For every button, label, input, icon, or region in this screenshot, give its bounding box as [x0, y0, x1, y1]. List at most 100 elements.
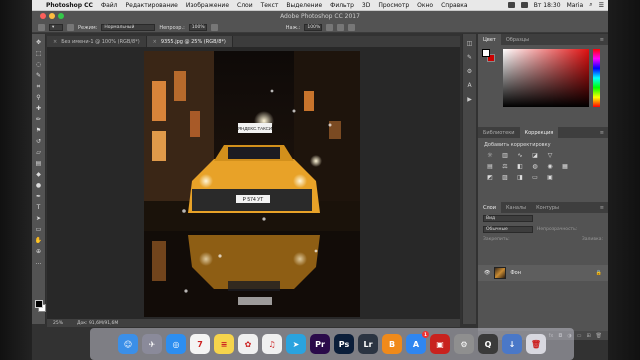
- hue-slider[interactable]: [593, 49, 600, 107]
- curves-icon[interactable]: ∿: [516, 152, 524, 159]
- dock-app-itunes[interactable]: ♫: [262, 334, 282, 354]
- menu-window[interactable]: Окно: [413, 2, 437, 9]
- clone-stamp-tool-icon[interactable]: ⚑: [34, 126, 43, 135]
- dock-app-finder[interactable]: ☺: [118, 334, 138, 354]
- document-image[interactable]: ЯНДЕКС.ТАКСИ Р 574 УТ: [144, 51, 360, 317]
- menu-help[interactable]: Справка: [437, 2, 471, 9]
- dock-app-trash[interactable]: 🗑: [526, 334, 546, 354]
- menu-type[interactable]: Текст: [257, 2, 283, 9]
- more-tools-icon[interactable]: …: [34, 258, 43, 267]
- color-lookup-icon[interactable]: ▦: [561, 163, 569, 170]
- layer-row[interactable]: 👁 Фон 🔒: [478, 265, 608, 281]
- move-tool-icon[interactable]: ✥: [34, 38, 43, 47]
- invert-icon[interactable]: ◩: [486, 174, 494, 181]
- wifi-icon[interactable]: [507, 2, 515, 8]
- dock-app-app-store[interactable]: A1: [406, 331, 429, 354]
- menu-select[interactable]: Выделение: [282, 2, 326, 9]
- black-white-icon[interactable]: ◧: [516, 163, 524, 170]
- tab-swatches[interactable]: Образцы: [501, 34, 534, 45]
- lasso-tool-icon[interactable]: ◌: [34, 60, 43, 69]
- posterize-icon[interactable]: ▨: [501, 174, 509, 181]
- menu-filter[interactable]: Фильтр: [326, 2, 358, 9]
- threshold-icon[interactable]: ◨: [516, 174, 524, 181]
- eye-icon[interactable]: 👁: [484, 270, 490, 276]
- menu-layers[interactable]: Слои: [233, 2, 257, 9]
- pen-tool-icon[interactable]: ✒: [34, 192, 43, 201]
- menu-edit[interactable]: Редактирование: [122, 2, 182, 9]
- brush-tool-icon[interactable]: ✏: [34, 115, 43, 124]
- character-icon[interactable]: A: [466, 82, 474, 90]
- dock-app-notes[interactable]: ≡: [214, 334, 234, 354]
- rectangle-tool-icon[interactable]: ▭: [34, 225, 43, 234]
- gradient-map-icon[interactable]: ▭: [531, 174, 539, 181]
- new-layer-icon[interactable]: ⊞: [586, 333, 590, 339]
- hue-saturation-icon[interactable]: ▤: [486, 163, 494, 170]
- properties-icon[interactable]: ⚙: [466, 68, 474, 76]
- blur-tool-icon[interactable]: ◆: [34, 170, 43, 179]
- dock-app-quicktime[interactable]: Q: [478, 334, 498, 354]
- menu-file[interactable]: Файл: [97, 2, 122, 9]
- color-picker-field[interactable]: [503, 49, 589, 107]
- history-icon[interactable]: ◫: [466, 40, 474, 48]
- opacity-field[interactable]: 100%: [188, 24, 207, 31]
- marquee-tool-icon[interactable]: ⬚: [34, 49, 43, 58]
- vibrance-icon[interactable]: ▽: [546, 152, 554, 159]
- dock-app-telegram[interactable]: ➤: [286, 334, 306, 354]
- dock-app-launchpad[interactable]: ✈: [142, 334, 162, 354]
- menu-user[interactable]: Maria: [567, 2, 584, 9]
- battery-icon[interactable]: [520, 2, 528, 8]
- brush-settings-icon[interactable]: [67, 24, 74, 31]
- dock-app-photos[interactable]: ✿: [238, 334, 258, 354]
- panel-menu-icon[interactable]: ≡: [600, 205, 608, 211]
- dodge-tool-icon[interactable]: ●: [34, 181, 43, 190]
- menu-list-icon[interactable]: ☰: [599, 2, 604, 9]
- healing-tool-icon[interactable]: ✚: [34, 104, 43, 113]
- dock-app-books[interactable]: B: [382, 334, 402, 354]
- zoom-window-icon[interactable]: [58, 13, 64, 19]
- trash-icon[interactable]: 🗑: [596, 333, 602, 339]
- layer-filter-select[interactable]: Вид: [483, 215, 533, 222]
- dock-app-lightroom[interactable]: Lr: [358, 334, 378, 354]
- tab-adjustments[interactable]: Коррекция: [519, 127, 559, 138]
- channel-mixer-icon[interactable]: ◉: [546, 163, 554, 170]
- tab-untitled[interactable]: × Без имени-1 @ 100% (RGB/8*): [47, 36, 147, 47]
- hand-tool-icon[interactable]: ✋: [34, 236, 43, 245]
- close-tab-icon[interactable]: ×: [153, 39, 157, 45]
- dock-app-system-preferences[interactable]: ⚙: [454, 334, 474, 354]
- path-select-tool-icon[interactable]: ➤: [34, 214, 43, 223]
- menu-clock[interactable]: Вт 18:30: [534, 2, 561, 9]
- dock-app-calendar[interactable]: 7: [190, 334, 210, 354]
- brightness-icon[interactable]: ☼: [486, 152, 494, 159]
- quick-select-tool-icon[interactable]: ✎: [34, 71, 43, 80]
- eyedropper-tool-icon[interactable]: ⚲: [34, 93, 43, 102]
- menu-image[interactable]: Изображение: [182, 2, 233, 9]
- color-balance-icon[interactable]: ⚖: [501, 163, 509, 170]
- exposure-icon[interactable]: ◪: [531, 152, 539, 159]
- dock-app-photoshop[interactable]: Ps: [334, 334, 354, 354]
- type-tool-icon[interactable]: T: [34, 203, 43, 212]
- document-size[interactable]: Док: 91,6M/91,6M: [77, 321, 118, 326]
- minimize-window-icon[interactable]: [49, 13, 55, 19]
- dock-app-downloads[interactable]: ↓: [502, 334, 522, 354]
- tab-channels[interactable]: Каналы: [501, 202, 531, 213]
- group-icon[interactable]: ▭: [577, 333, 582, 339]
- pressure-field[interactable]: 100%: [304, 24, 323, 31]
- tab-layers[interactable]: Слои: [478, 202, 501, 213]
- layer-name[interactable]: Фон: [510, 270, 521, 276]
- blend-mode-select[interactable]: Обычные: [483, 226, 533, 233]
- selective-color-icon[interactable]: ▣: [546, 174, 554, 181]
- close-tab-icon[interactable]: ×: [53, 39, 57, 45]
- zoom-tool-icon[interactable]: ⊕: [34, 247, 43, 256]
- pressure-size-icon[interactable]: [337, 24, 345, 31]
- brushes-icon[interactable]: ✎: [466, 54, 474, 62]
- foreground-color-swatch[interactable]: [35, 300, 43, 308]
- brush-size-field[interactable]: ▾: [49, 24, 63, 31]
- history-brush-tool-icon[interactable]: ↺: [34, 137, 43, 146]
- gradient-tool-icon[interactable]: ▤: [34, 159, 43, 168]
- search-icon[interactable]: ⌕: [589, 1, 592, 9]
- eraser-tool-icon[interactable]: ▱: [34, 148, 43, 157]
- tab-color[interactable]: Цвет: [478, 34, 501, 45]
- tab-9355[interactable]: × 9355.jpg @ 25% (RGB/8*): [146, 36, 233, 47]
- dock-app-premiere[interactable]: Pr: [310, 334, 330, 354]
- tab-libraries[interactable]: Библиотеки: [478, 127, 520, 138]
